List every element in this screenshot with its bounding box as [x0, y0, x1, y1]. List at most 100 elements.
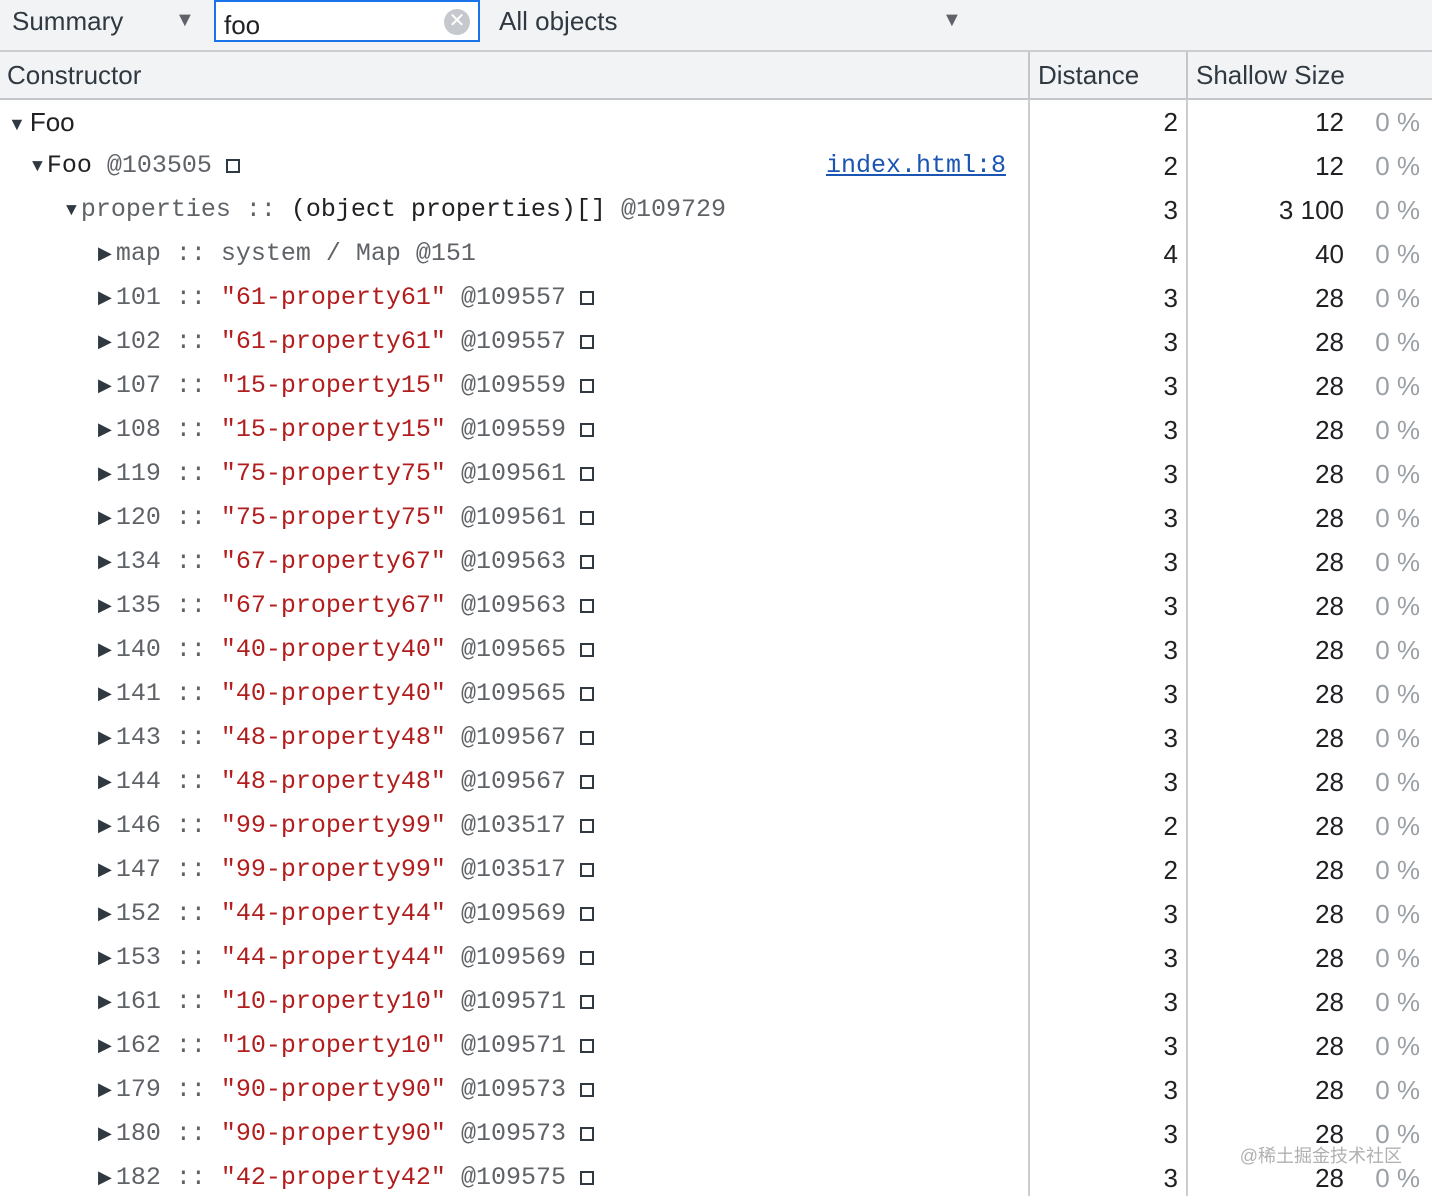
table-row[interactable]: ▶ 153 :: "44-property44" @109569 3 28 0 % [0, 936, 1432, 980]
object-id: @109575 [460, 1163, 566, 1192]
object-filter-arrow-icon[interactable]: ▼ [942, 9, 962, 32]
shallow-size-percent: 0 % [1375, 1031, 1420, 1061]
property-separator: :: [160, 679, 221, 708]
table-row[interactable]: ▶ 134 :: "67-property67" @109563 3 28 0 % [0, 540, 1432, 584]
triangle-right-icon[interactable]: ▶ [98, 453, 112, 497]
property-key: properties [80, 195, 231, 224]
square-icon[interactable] [579, 335, 594, 349]
square-icon[interactable] [579, 599, 594, 613]
table-row[interactable]: ▶ 143 :: "48-property48" @109567 3 28 0 % [0, 716, 1432, 760]
filter-input-value[interactable]: foo [224, 10, 260, 41]
square-icon[interactable] [225, 159, 240, 173]
square-icon[interactable] [579, 687, 594, 701]
square-icon[interactable] [579, 511, 594, 525]
table-row[interactable]: ▶ 135 :: "67-property67" @109563 3 28 0 % [0, 584, 1432, 628]
column-divider [1028, 52, 1030, 98]
property-key: 141 [115, 679, 161, 708]
triangle-right-icon[interactable]: ▶ [98, 1157, 112, 1201]
square-icon[interactable] [579, 1083, 594, 1097]
triangle-right-icon[interactable]: ▶ [98, 805, 112, 849]
view-select[interactable]: Summary [12, 6, 123, 37]
source-link[interactable]: index.html:8 [826, 144, 1006, 188]
triangle-right-icon[interactable]: ▶ [98, 761, 112, 805]
column-distance[interactable]: Distance [1038, 52, 1139, 98]
square-icon[interactable] [579, 643, 594, 657]
clear-icon[interactable]: ✕ [444, 9, 470, 35]
object-id: @109559 [460, 415, 566, 444]
property-value: "90-property90" [220, 1119, 446, 1148]
distance-value: 2 [1163, 855, 1178, 885]
triangle-down-icon[interactable]: ▼ [66, 189, 77, 233]
triangle-right-icon[interactable]: ▶ [98, 937, 112, 981]
table-row[interactable]: ▼ Foo 2 12 0 % [0, 100, 1432, 144]
table-row[interactable]: ▶ map :: system / Map @151 4 40 0 % [0, 232, 1432, 276]
square-icon[interactable] [579, 951, 594, 965]
table-row[interactable]: ▶ 144 :: "48-property48" @109567 3 28 0 % [0, 760, 1432, 804]
triangle-right-icon[interactable]: ▶ [98, 849, 112, 893]
square-icon[interactable] [579, 863, 594, 877]
table-row[interactable]: ▶ 119 :: "75-property75" @109561 3 28 0 % [0, 452, 1432, 496]
square-icon[interactable] [579, 379, 594, 393]
square-icon[interactable] [579, 995, 594, 1009]
triangle-right-icon[interactable]: ▶ [98, 1069, 112, 1113]
table-row[interactable]: ▶ 108 :: "15-property15" @109559 3 28 0 % [0, 408, 1432, 452]
triangle-right-icon[interactable]: ▶ [98, 673, 112, 717]
triangle-right-icon[interactable]: ▶ [98, 321, 112, 365]
class-filter-input[interactable]: foo ✕ [214, 0, 480, 42]
table-row[interactable]: ▼ properties :: (object properties)[] @10… [0, 188, 1432, 232]
table-row[interactable]: ▶ 180 :: "90-property90" @109573 3 28 0 % [0, 1112, 1432, 1156]
triangle-right-icon[interactable]: ▶ [98, 1025, 112, 1069]
triangle-right-icon[interactable]: ▶ [98, 981, 112, 1025]
triangle-right-icon[interactable]: ▶ [98, 409, 112, 453]
table-row[interactable]: ▼ Foo @103505 index.html:8 2 12 0 % [0, 144, 1432, 188]
square-icon[interactable] [579, 731, 594, 745]
triangle-right-icon[interactable]: ▶ [98, 629, 112, 673]
table-row[interactable]: ▶ 152 :: "44-property44" @109569 3 28 0 % [0, 892, 1432, 936]
table-row[interactable]: ▶ 120 :: "75-property75" @109561 3 28 0 % [0, 496, 1432, 540]
object-id: @109729 [620, 195, 726, 224]
triangle-right-icon[interactable]: ▶ [98, 541, 112, 585]
triangle-right-icon[interactable]: ▶ [98, 893, 112, 937]
square-icon[interactable] [579, 555, 594, 569]
triangle-down-icon[interactable]: ▼ [32, 145, 43, 189]
column-shallow-size[interactable]: Shallow Size [1196, 52, 1345, 98]
table-row[interactable]: ▶ 102 :: "61-property61" @109557 3 28 0 % [0, 320, 1432, 364]
square-icon[interactable] [579, 1127, 594, 1141]
triangle-right-icon[interactable]: ▶ [98, 585, 112, 629]
property-separator: :: [160, 767, 221, 796]
table-row[interactable]: ▶ 107 :: "15-property15" @109559 3 28 0 % [0, 364, 1432, 408]
shallow-size-value: 28 [1315, 899, 1344, 929]
triangle-right-icon[interactable]: ▶ [98, 365, 112, 409]
object-id: @109567 [460, 723, 566, 752]
table-row[interactable]: ▶ 140 :: "40-property40" @109565 3 28 0 % [0, 628, 1432, 672]
triangle-down-icon[interactable]: ▼ [8, 102, 26, 146]
square-icon[interactable] [579, 1171, 594, 1185]
square-icon[interactable] [579, 291, 594, 305]
table-row[interactable]: ▶ 146 :: "99-property99" @103517 2 28 0 % [0, 804, 1432, 848]
square-icon[interactable] [579, 819, 594, 833]
square-icon[interactable] [579, 775, 594, 789]
triangle-right-icon[interactable]: ▶ [98, 717, 112, 761]
triangle-right-icon[interactable]: ▶ [98, 277, 112, 321]
table-row[interactable]: ▶ 182 :: "42-property42" @109575 3 28 0 % [0, 1156, 1432, 1200]
object-id: @109557 [460, 327, 566, 356]
table-row[interactable]: ▶ 101 :: "61-property61" @109557 3 28 0 % [0, 276, 1432, 320]
square-icon[interactable] [579, 423, 594, 437]
property-key: 180 [115, 1119, 161, 1148]
table-row[interactable]: ▶ 147 :: "99-property99" @103517 2 28 0 % [0, 848, 1432, 892]
table-row[interactable]: ▶ 179 :: "90-property90" @109573 3 28 0 % [0, 1068, 1432, 1112]
property-separator: :: [160, 1031, 221, 1060]
square-icon[interactable] [579, 1039, 594, 1053]
table-row[interactable]: ▶ 141 :: "40-property40" @109565 3 28 0 % [0, 672, 1432, 716]
table-row[interactable]: ▶ 162 :: "10-property10" @109571 3 28 0 % [0, 1024, 1432, 1068]
object-filter-select[interactable]: All objects [499, 6, 618, 37]
table-row[interactable]: ▶ 161 :: "10-property10" @109571 3 28 0 % [0, 980, 1432, 1024]
square-icon[interactable] [579, 907, 594, 921]
view-dropdown-arrow-icon[interactable]: ▼ [175, 9, 195, 32]
column-constructor[interactable]: Constructor [7, 52, 141, 98]
triangle-right-icon[interactable]: ▶ [98, 497, 112, 541]
triangle-right-icon[interactable]: ▶ [98, 233, 112, 277]
object-id: @109557 [460, 283, 566, 312]
triangle-right-icon[interactable]: ▶ [98, 1113, 112, 1157]
square-icon[interactable] [579, 467, 594, 481]
